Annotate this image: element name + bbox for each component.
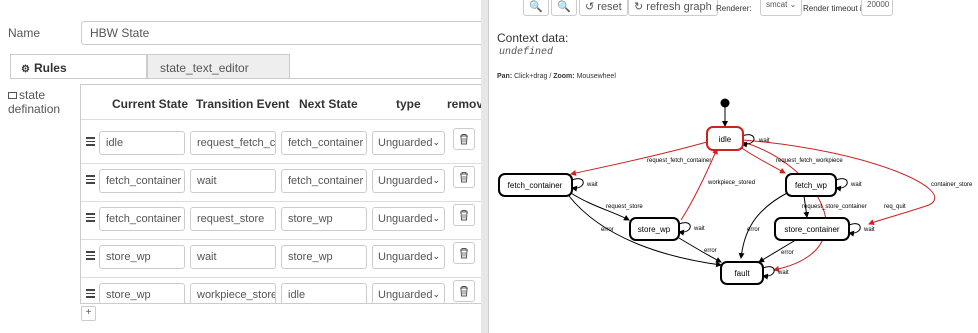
current-state-input[interactable]: store_wp <box>99 283 185 303</box>
edge-label-request-store-container: request_store_container <box>802 204 867 210</box>
type-select[interactable]: Unguarded ⌄ <box>372 207 445 231</box>
trash-icon <box>460 172 468 183</box>
edge-label-container-store: container_store <box>931 182 973 188</box>
add-row-button[interactable]: + <box>81 306 96 321</box>
type-select[interactable]: Unguarded ⌄ <box>372 169 445 193</box>
transition-event-input[interactable]: request_fetch_container <box>190 131 276 155</box>
splitter[interactable] <box>481 0 968 333</box>
current-state-input[interactable]: fetch_container <box>99 207 185 231</box>
edge-label-wait: wait <box>777 270 789 276</box>
edge-label-wait: wait <box>863 227 875 233</box>
next-state-input[interactable]: idle <box>281 283 367 303</box>
edge-label-wait: wait <box>850 182 862 188</box>
loop-fetch-wp-wait <box>835 178 848 192</box>
edge-label-request-fetch-container: request_fetch_container <box>647 158 711 164</box>
initial-state-dot <box>720 98 730 108</box>
table-row: store_wp wait store_wp Unguarded ⌄ <box>81 239 483 278</box>
remove-row-button[interactable] <box>453 280 475 302</box>
remove-row-button[interactable] <box>453 242 475 264</box>
drag-handle-icon[interactable] <box>86 137 95 146</box>
edge-label-error: error <box>781 250 794 256</box>
state-label-fault: fault <box>734 269 750 278</box>
state-diagram[interactable]: idle fetch_container fetch_wp store_wp s… <box>489 0 978 333</box>
next-state-input[interactable]: fetch_container <box>281 169 367 193</box>
type-select[interactable]: Unguarded ⌄ <box>372 131 445 155</box>
table-row: idle request_fetch_container fetch_conta… <box>81 125 483 164</box>
chevron-down-icon: ⌄ <box>432 213 440 223</box>
transition-event-input[interactable]: wait <box>190 245 276 269</box>
chevron-down-icon: ⌄ <box>432 251 440 261</box>
header-current-state: Current State <box>112 97 189 111</box>
edge-label-error: error <box>601 227 614 233</box>
edge-label-workpiece-stored: workpiece_stored <box>707 180 755 186</box>
tab-state-text-editor[interactable]: state_text_editor <box>147 54 290 79</box>
remove-row-button[interactable] <box>453 128 475 150</box>
tab-rules[interactable]: ⚙ Rules <box>10 54 147 79</box>
rules-table: Current State Transition Event Next Stat… <box>80 84 484 304</box>
state-definition-label: state defination <box>8 88 73 116</box>
edge-label-wait: wait <box>758 138 770 144</box>
remove-row-button[interactable] <box>453 166 475 188</box>
next-state-input[interactable]: fetch_container <box>281 131 367 155</box>
name-input[interactable] <box>81 21 487 45</box>
header-transition-event: Transition Event <box>196 97 290 111</box>
loop-store-wp-wait <box>678 222 691 236</box>
drag-handle-icon[interactable] <box>86 213 95 222</box>
drag-handle-icon[interactable] <box>86 175 95 184</box>
drag-handle-icon[interactable] <box>86 289 95 298</box>
chevron-down-icon: ⌄ <box>432 175 440 185</box>
trash-icon <box>460 210 468 221</box>
edge-label-wait: wait <box>586 182 598 188</box>
trash-icon <box>460 134 468 145</box>
edge-label-req-quit: req_quit <box>884 204 906 210</box>
state-label-idle: idle <box>719 135 732 144</box>
current-state-input[interactable]: idle <box>99 131 185 155</box>
type-select[interactable]: Unguarded ⌄ <box>372 283 445 303</box>
loop-fetch-container-wait <box>571 178 584 192</box>
edge-label-error: error <box>704 248 717 254</box>
table-row: fetch_container request_store store_wp U… <box>81 201 483 240</box>
state-label-fetch-container: fetch_container <box>508 181 563 190</box>
table-icon <box>8 92 17 100</box>
header-next-state: Next State <box>299 97 358 111</box>
trash-icon <box>460 248 468 259</box>
plus-icon: + <box>85 307 92 318</box>
header-remove: remove <box>447 97 484 111</box>
drag-handle-icon[interactable] <box>86 251 95 260</box>
editor-panel: Name ⚙Rules state_text_editor state defi… <box>0 0 487 333</box>
chevron-down-icon: ⌄ <box>432 289 440 299</box>
transition-event-input[interactable]: wait <box>190 169 276 193</box>
preview-panel: 🔍 🔍 ↺ reset ↻ refresh graph Renderer: sm… <box>488 0 978 333</box>
tab-divider <box>10 78 486 79</box>
table-row: fetch_container wait fetch_container Ung… <box>81 163 483 202</box>
state-label-store-wp: store_wp <box>638 225 671 234</box>
header-type: type <box>396 97 421 111</box>
edge-label-request-store: request_store <box>606 204 643 210</box>
transition-event-input[interactable]: workpiece_stored <box>190 283 276 303</box>
current-state-input[interactable]: store_wp <box>99 245 185 269</box>
next-state-input[interactable]: store_wp <box>281 245 367 269</box>
loop-store-container-wait <box>848 223 861 237</box>
gear-icon: ⚙ <box>21 64 30 75</box>
current-state-input[interactable]: fetch_container <box>99 169 185 193</box>
type-select[interactable]: Unguarded ⌄ <box>372 245 445 269</box>
trash-icon <box>460 286 468 297</box>
edge-idle-store-container <box>742 139 936 225</box>
table-header: Current State Transition Event Next Stat… <box>81 85 483 120</box>
table-row: store_wp workpiece_stored idle Unguarded… <box>81 277 483 303</box>
state-label-fetch-wp: fetch_wp <box>795 181 828 190</box>
next-state-input[interactable]: store_wp <box>281 207 367 231</box>
edge-label-request-fetch-workpiece: request_fetch_workpiece <box>776 158 843 164</box>
loop-fault-wait <box>762 266 775 280</box>
edge-label-error: error <box>747 227 760 233</box>
remove-row-button[interactable] <box>453 204 475 226</box>
edge-label-wait: wait <box>693 226 705 232</box>
name-label: Name <box>8 26 41 40</box>
transition-event-input[interactable]: request_store <box>190 207 276 231</box>
chevron-down-icon: ⌄ <box>432 137 440 147</box>
state-label-store-container: store_container <box>784 225 839 234</box>
